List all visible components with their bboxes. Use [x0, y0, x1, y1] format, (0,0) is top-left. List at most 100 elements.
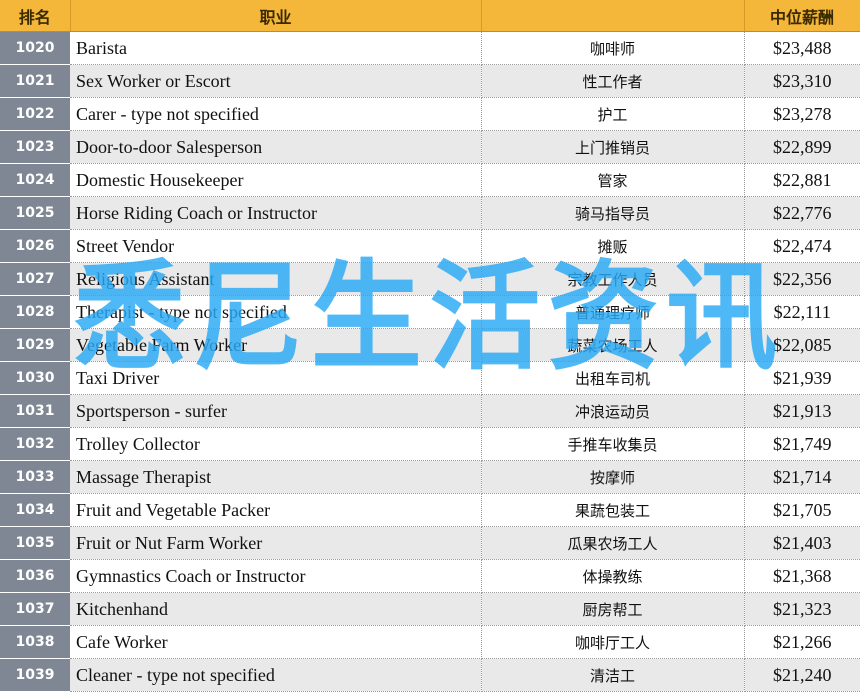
rank-cell: 1034	[0, 493, 70, 527]
table-row: 1024 Domestic Housekeeper 管家 $22,881	[0, 163, 860, 197]
occupation-en-cell: Sportsperson - surfer	[70, 394, 482, 428]
occupation-en-cell: Fruit or Nut Farm Worker	[70, 526, 482, 560]
header-rank: 排名	[0, 0, 71, 32]
occupation-en-cell: Massage Therapist	[70, 460, 482, 494]
occupation-zh-cell: 宗教工作人员	[481, 262, 745, 296]
occupation-zh-cell: 普通理疗师	[481, 295, 745, 329]
salary-cell: $23,278	[744, 97, 860, 131]
occupation-en-cell: Kitchenhand	[70, 592, 482, 626]
occupation-zh-cell: 出租车司机	[481, 361, 745, 395]
table-row: 1021 Sex Worker or Escort 性工作者 $23,310	[0, 64, 860, 98]
rank-cell: 1024	[0, 163, 70, 197]
table-row: 1037 Kitchenhand 厨房帮工 $21,323	[0, 592, 860, 626]
occupation-zh-cell: 体操教练	[481, 559, 745, 593]
rank-cell: 1026	[0, 229, 70, 263]
salary-cell: $22,776	[744, 196, 860, 230]
table-row: 1023 Door-to-door Salesperson 上门推销员 $22,899	[0, 130, 860, 164]
table-row: 1030 Taxi Driver 出租车司机 $21,939	[0, 361, 860, 395]
table-row: 1027 Religious Assistant 宗教工作人员 $22,356	[0, 262, 860, 296]
salary-cell: $22,899	[744, 130, 860, 164]
header-occupation-zh	[481, 0, 745, 32]
occupation-en-cell: Fruit and Vegetable Packer	[70, 493, 482, 527]
occupation-en-cell: Gymnastics Coach or Instructor	[70, 559, 482, 593]
occupation-zh-cell: 厨房帮工	[481, 592, 745, 626]
table-row: 1022 Carer - type not specified 护工 $23,278	[0, 97, 860, 131]
occupation-zh-cell: 按摩师	[481, 460, 745, 494]
table-row: 1031 Sportsperson - surfer 冲浪运动员 $21,913	[0, 394, 860, 428]
occupation-zh-cell: 瓜果农场工人	[481, 526, 745, 560]
table-row: 1028 Therapist - type not specified 普通理疗师 $…	[0, 295, 860, 329]
salary-cell: $22,356	[744, 262, 860, 296]
occupation-zh-cell: 咖啡厅工人	[481, 625, 745, 659]
occupation-en-cell: Horse Riding Coach or Instructor	[70, 196, 482, 230]
occupation-en-cell: Therapist - type not specified	[70, 295, 482, 329]
occupation-zh-cell: 骑马指导员	[481, 196, 745, 230]
header-salary: 中位薪酬	[744, 0, 860, 32]
occupation-en-cell: Religious Assistant	[70, 262, 482, 296]
rank-cell: 1033	[0, 460, 70, 494]
table-row: 1036 Gymnastics Coach or Instructor 体操教练 $2…	[0, 559, 860, 593]
rank-cell: 1035	[0, 526, 70, 560]
rank-cell: 1027	[0, 262, 70, 296]
table-row: 1029 Vegetable Farm Worker 蔬菜农场工人 $22,085	[0, 328, 860, 362]
rank-cell: 1036	[0, 559, 70, 593]
header-occupation: 职业	[70, 0, 482, 32]
rank-cell: 1032	[0, 427, 70, 461]
salary-cell: $21,913	[744, 394, 860, 428]
occupation-en-cell: Taxi Driver	[70, 361, 482, 395]
rank-cell: 1031	[0, 394, 70, 428]
rank-cell: 1025	[0, 196, 70, 230]
occupation-zh-cell: 管家	[481, 163, 745, 197]
table-row: 1038 Cafe Worker 咖啡厅工人 $21,266	[0, 625, 860, 659]
occupation-en-cell: Vegetable Farm Worker	[70, 328, 482, 362]
table-row: 1033 Massage Therapist 按摩师 $21,714	[0, 460, 860, 494]
rank-cell: 1022	[0, 97, 70, 131]
rank-cell: 1021	[0, 64, 70, 98]
occupation-en-cell: Sex Worker or Escort	[70, 64, 482, 98]
salary-cell: $21,266	[744, 625, 860, 659]
occupation-en-cell: Trolley Collector	[70, 427, 482, 461]
table-row: 1034 Fruit and Vegetable Packer 果蔬包装工 $21,7…	[0, 493, 860, 527]
salary-cell: $21,939	[744, 361, 860, 395]
rank-cell: 1039	[0, 658, 70, 692]
occupation-zh-cell: 果蔬包装工	[481, 493, 745, 527]
table-row: 1026 Street Vendor 摊贩 $22,474	[0, 229, 860, 263]
occupation-en-cell: Cafe Worker	[70, 625, 482, 659]
salary-cell: $23,310	[744, 64, 860, 98]
occupation-zh-cell: 摊贩	[481, 229, 745, 263]
table-row: 1025 Horse Riding Coach or Instructor 骑马指导…	[0, 196, 860, 230]
occupation-en-cell: Barista	[70, 31, 482, 65]
rank-cell: 1038	[0, 625, 70, 659]
occupation-zh-cell: 清洁工	[481, 658, 745, 692]
rank-cell: 1030	[0, 361, 70, 395]
occupation-en-cell: Cleaner - type not specified	[70, 658, 482, 692]
salary-cell: $21,403	[744, 526, 860, 560]
occupation-en-cell: Street Vendor	[70, 229, 482, 263]
salary-cell: $22,474	[744, 229, 860, 263]
salary-cell: $21,240	[744, 658, 860, 692]
table-row: 1035 Fruit or Nut Farm Worker 瓜果农场工人 $21,40…	[0, 526, 860, 560]
table-header-row: 排名 职业 中位薪酬	[0, 0, 860, 32]
occupation-en-cell: Carer - type not specified	[70, 97, 482, 131]
salary-cell: $22,881	[744, 163, 860, 197]
salary-cell: $21,714	[744, 460, 860, 494]
occupation-en-cell: Door-to-door Salesperson	[70, 130, 482, 164]
occupation-zh-cell: 咖啡师	[481, 31, 745, 65]
salary-cell: $21,368	[744, 559, 860, 593]
salary-cell: $22,111	[744, 295, 860, 329]
occupation-en-cell: Domestic Housekeeper	[70, 163, 482, 197]
salary-cell: $21,705	[744, 493, 860, 527]
occupation-zh-cell: 性工作者	[481, 64, 745, 98]
occupation-zh-cell: 手推车收集员	[481, 427, 745, 461]
salary-cell: $21,323	[744, 592, 860, 626]
rank-cell: 1037	[0, 592, 70, 626]
occupation-zh-cell: 冲浪运动员	[481, 394, 745, 428]
salary-cell: $22,085	[744, 328, 860, 362]
occupation-zh-cell: 蔬菜农场工人	[481, 328, 745, 362]
rank-cell: 1023	[0, 130, 70, 164]
salary-cell: $23,488	[744, 31, 860, 65]
salary-ranking-table: 排名 职业 中位薪酬 1020 Barista 咖啡师 $23,488 1021 Sex …	[0, 0, 860, 692]
occupation-zh-cell: 护工	[481, 97, 745, 131]
rank-cell: 1020	[0, 31, 70, 65]
rank-cell: 1028	[0, 295, 70, 329]
